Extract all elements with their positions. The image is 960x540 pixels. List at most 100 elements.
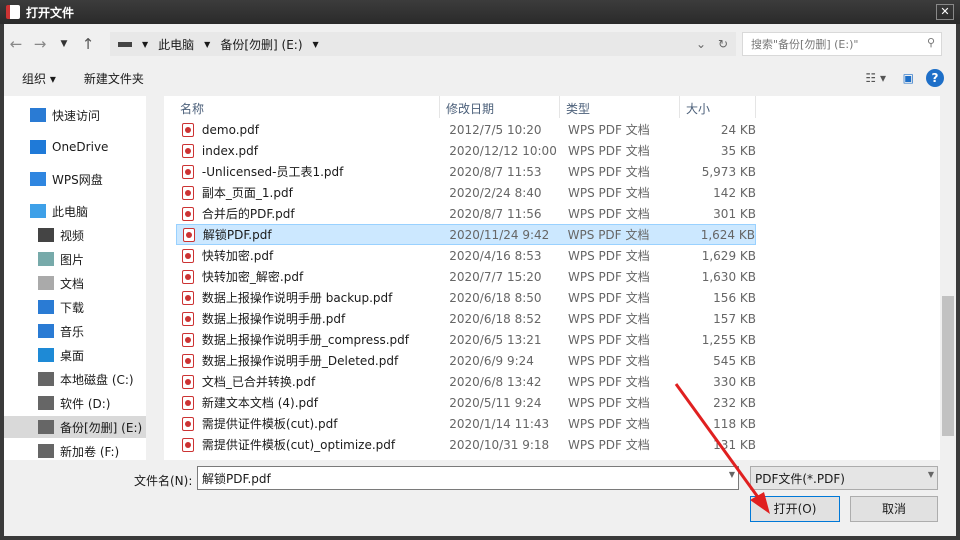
column-date[interactable]: 修改日期 [440,96,560,118]
cancel-button[interactable]: 取消 [850,496,938,522]
file-cell: WPS PDF 文档 [568,186,650,200]
folder-icon [38,324,54,338]
help-button[interactable]: ? [926,69,944,87]
file-cell: WPS PDF 文档 [568,312,650,326]
file-row[interactable]: 快转加密_解密.pdf 2020/7/7 15:20 WPS PDF 文档 1,630… [176,266,756,287]
sidebar-item[interactable]: 软件 (D:) [4,392,146,414]
file-cell: 2020/5/11 9:24 [449,395,542,410]
file-row[interactable]: 需提供证件模板(cut).pdf 2020/1/14 11:43 WPS PDF 文… [176,413,756,434]
sidebar-item[interactable]: 快速访问 [4,104,146,126]
file-cell: WPS PDF 文档 [568,375,650,389]
sidebar-item-label: 本地磁盘 (C:) [60,372,134,387]
folder-icon [30,172,46,186]
sidebar-item[interactable]: 图片 [4,248,146,270]
file-row[interactable]: 数据上报操作说明手册 backup.pdf 2020/6/18 8:50 WPS P… [176,287,756,308]
pdf-file-icon [182,353,194,368]
up-arrow-icon[interactable]: ↑ [76,35,100,53]
file-cell: 2020/2/24 8:40 [449,185,542,200]
sidebar-item-label: 下载 [60,300,85,315]
file-row[interactable]: 合并后的PDF.pdf 2020/8/7 11:56 WPS PDF 文档 301 K… [176,203,756,224]
filename-input[interactable]: 解锁PDF.pdf ▼ [197,466,739,490]
file-list-scrollbar[interactable] [940,96,956,460]
scrollbar-thumb[interactable] [942,296,954,436]
chevron-down-icon[interactable]: ⌄ [696,37,706,51]
file-cell: 数据上报操作说明手册_compress.pdf [201,333,409,347]
nav-pane-scrollbar[interactable] [146,96,160,460]
refresh-icon[interactable]: ↻ [718,37,728,51]
file-row[interactable]: 副本_页面_1.pdf 2020/2/24 8:40 WPS PDF 文档 142 K… [176,182,756,203]
preview-pane-icon[interactable]: ▣ [903,71,914,85]
file-row[interactable]: 解锁PDF.pdf 2020/11/24 9:42 WPS PDF 文档 1,624 … [176,224,756,245]
sidebar-item[interactable]: 备份[勿删] (E:) [4,416,146,438]
file-row[interactable]: 数据上报操作说明手册_compress.pdf 2020/6/5 13:21 WPS… [176,329,756,350]
column-size[interactable]: 大小 [680,96,756,118]
file-row[interactable]: demo.pdf 2012/7/5 10:20 WPS PDF 文档 24 KB [176,119,756,140]
back-arrow-icon[interactable]: ← [4,35,28,53]
recent-dropdown-icon[interactable]: ▼ [52,39,76,49]
pdf-file-icon [182,143,194,158]
organize-button[interactable]: 组织 ▾ [22,70,56,87]
file-cell: 数据上报操作说明手册_Deleted.pdf [201,354,399,368]
sidebar-item[interactable]: OneDrive [4,136,146,158]
breadcrumb-this-pc[interactable]: 此电脑 [158,36,194,53]
close-button[interactable]: ✕ [936,4,954,20]
file-cell: 新建文本文档 (4).pdf [201,396,318,410]
sidebar-item[interactable]: 本地磁盘 (C:) [4,368,146,390]
forward-arrow-icon[interactable]: → [28,35,52,53]
file-cell: index.pdf [201,143,258,158]
file-cell: WPS PDF 文档 [568,291,650,305]
file-row[interactable]: 数据上报操作说明手册.pdf 2020/6/18 8:52 WPS PDF 文档 15… [176,308,756,329]
file-cell: 2020/6/8 13:42 [449,374,542,389]
file-row[interactable]: 新建文本文档 (4).pdf 2020/5/11 9:24 WPS PDF 文档 23… [176,392,756,413]
new-folder-button[interactable]: 新建文件夹 [84,70,144,87]
pdf-file-icon [182,416,194,431]
file-row[interactable]: 文档_已合并转换.pdf 2020/6/8 13:42 WPS PDF 文档 330 … [176,371,756,392]
column-type[interactable]: 类型 [560,96,680,118]
sidebar-item-label: OneDrive [52,140,109,154]
file-cell: 2020/11/24 9:42 [449,227,550,242]
folder-icon [38,348,54,362]
pdf-file-icon [182,122,194,137]
column-name[interactable]: 名称 [164,96,440,118]
sidebar-item[interactable]: 文档 [4,272,146,294]
file-cell: 24 KB [720,122,756,137]
sidebar-item-label: 桌面 [60,348,85,363]
file-cell: 2020/6/18 8:50 [449,290,542,305]
window-title: 打开文件 [26,5,75,20]
folder-icon [38,372,54,386]
folder-icon [38,276,54,290]
search-input[interactable]: 搜索"备份[勿删] (E:)" ⚲ [742,32,942,56]
address-bar[interactable]: ▼ 此电脑 ▼ 备份[勿删] (E:) ▼ ⌄ ↻ [110,32,736,56]
file-cell: 330 KB [713,374,756,389]
file-row[interactable]: 需提供证件模板(cut)_optimize.pdf 2020/10/31 9:18… [176,434,756,455]
file-row[interactable]: index.pdf 2020/12/12 10:00 WPS PDF 文档 35 KB [176,140,756,161]
breadcrumb-drive-e[interactable]: 备份[勿删] (E:) [220,36,302,53]
sidebar-item[interactable]: 此电脑 [4,200,146,222]
file-cell: 2020/8/7 11:53 [449,164,542,179]
file-row[interactable]: 数据上报操作说明手册_Deleted.pdf 2020/6/9 9:24 WPS P… [176,350,756,371]
sidebar-item[interactable]: 下载 [4,296,146,318]
file-row[interactable]: 快转加密.pdf 2020/4/16 8:53 WPS PDF 文档 1,629 KB [176,245,756,266]
file-row[interactable]: -Unlicensed-员工表1.pdf 2020/8/7 11:53 WPS PD… [176,161,756,182]
file-cell: WPS PDF 文档 [568,270,650,284]
sidebar-item-label: 软件 (D:) [60,396,111,411]
file-cell: 2020/12/12 10:00 [449,143,557,158]
file-cell: 301 KB [713,206,756,221]
file-type-select[interactable]: PDF文件(*.PDF) ▼ [750,466,938,490]
file-cell: 1,624 KB [700,227,755,242]
file-cell: 5,973 KB [701,164,756,179]
search-placeholder: 搜索"备份[勿删] (E:)" [751,38,859,51]
open-button[interactable]: 打开(O) [750,496,840,522]
sidebar-item[interactable]: 新加卷 (F:) [4,440,146,460]
folder-icon [38,252,54,266]
view-options-icon[interactable]: ☷ ▾ [865,71,886,85]
sidebar-item[interactable]: 音乐 [4,320,146,342]
file-cell: WPS PDF 文档 [568,249,650,263]
sidebar-item-label: 音乐 [60,324,85,339]
sidebar-item[interactable]: WPS网盘 [4,168,146,190]
sidebar-item[interactable]: 桌面 [4,344,146,366]
file-cell: 文档_已合并转换.pdf [201,375,316,389]
sidebar-item[interactable]: 视频 [4,224,146,246]
drive-icon [118,41,132,47]
file-cell: WPS PDF 文档 [568,123,650,137]
